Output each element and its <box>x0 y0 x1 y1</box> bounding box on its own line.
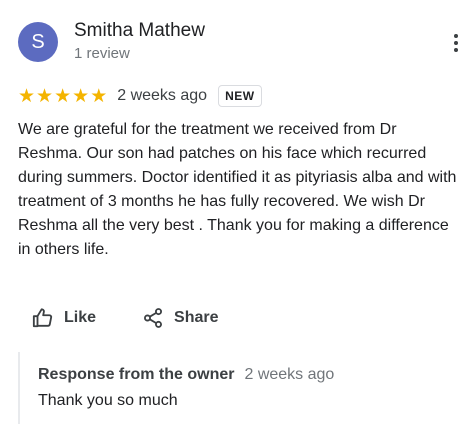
share-icon <box>144 308 162 328</box>
reviewer-name[interactable]: Smitha Mathew <box>74 20 205 42</box>
avatar[interactable]: S <box>18 22 58 62</box>
review-count[interactable]: 1 review <box>74 45 130 62</box>
more-options-icon[interactable] <box>446 34 466 56</box>
review-time: 2 weeks ago <box>117 87 208 104</box>
owner-response-header: Response from the owner 2 weeks ago <box>38 366 458 384</box>
owner-response-title: Response from the owner <box>38 366 235 383</box>
review-meta: ★ ★ ★ ★ ★ 2 weeks ago NEW <box>18 84 262 108</box>
star-icon: ★ <box>72 85 90 107</box>
like-button[interactable]: Like <box>32 307 96 329</box>
like-label: Like <box>64 309 97 326</box>
star-icon: ★ <box>90 85 108 107</box>
owner-response-time: 2 weeks ago <box>244 366 335 383</box>
review-header: S Smitha Mathew 1 review <box>18 20 458 64</box>
share-label: Share <box>174 309 219 326</box>
review-actions: Like Share <box>32 304 264 332</box>
review-text: We are grateful for the treatment we rec… <box>18 121 457 258</box>
star-icon: ★ <box>18 85 36 107</box>
share-button[interactable]: Share <box>142 307 218 329</box>
owner-response-text: Thank you so much <box>38 392 178 409</box>
star-icon: ★ <box>36 85 54 107</box>
star-icon: ★ <box>54 85 72 107</box>
star-rating: ★ ★ ★ ★ ★ <box>18 86 108 106</box>
new-badge: NEW <box>218 85 262 107</box>
thumbs-up-icon <box>32 308 53 328</box>
owner-response: Response from the owner 2 weeks ago Than… <box>18 352 458 424</box>
